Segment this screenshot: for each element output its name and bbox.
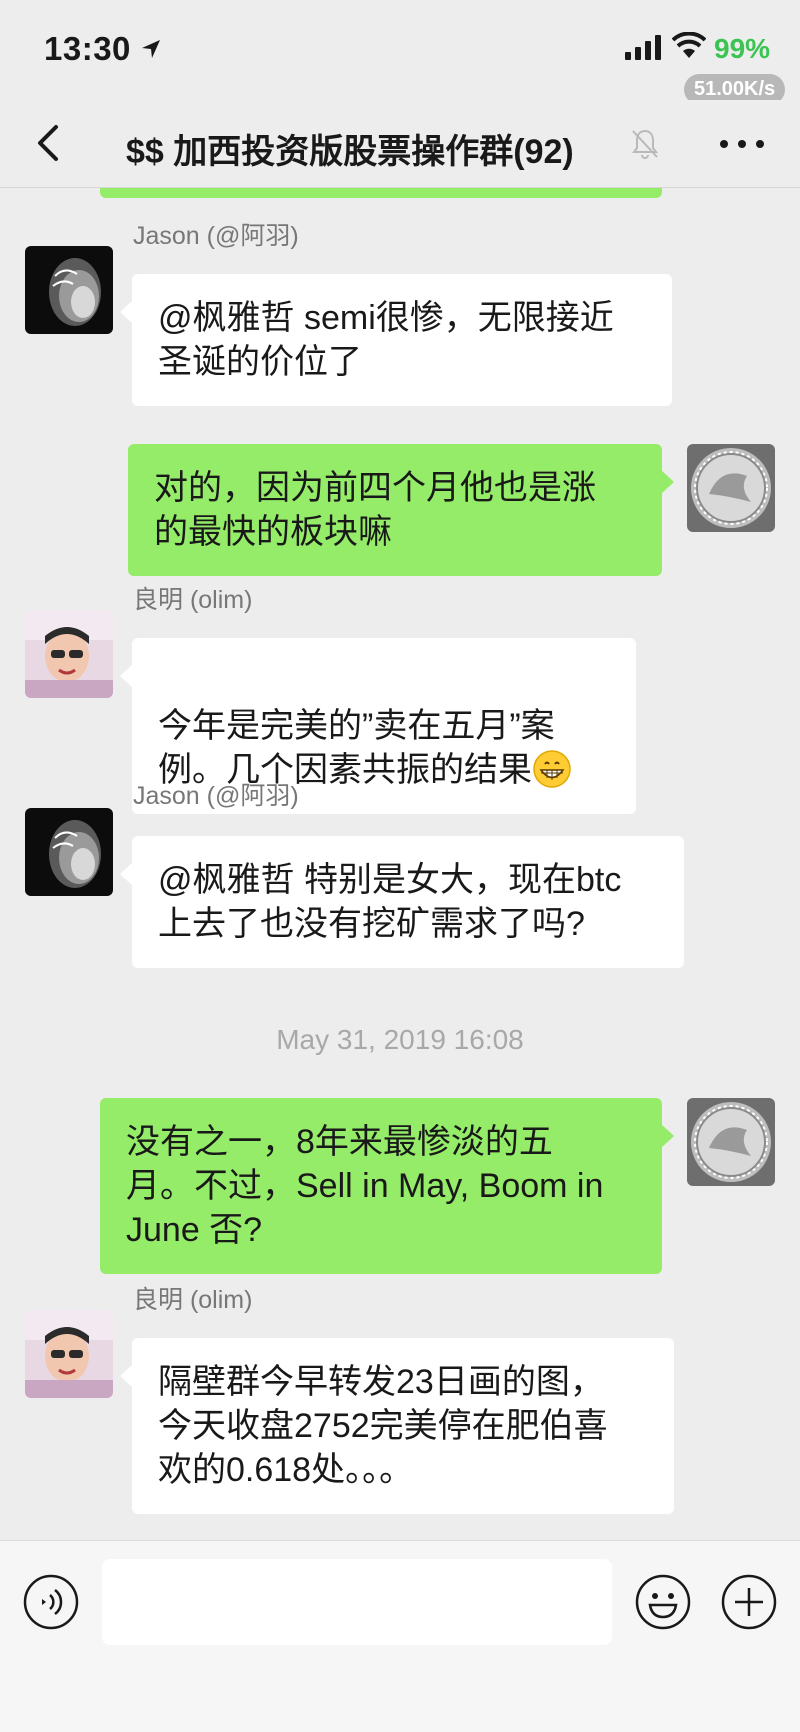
status-time: 13:30 — [44, 30, 131, 67]
more-icon-dot — [738, 140, 746, 148]
avatar-self[interactable] — [687, 1098, 775, 1186]
message-bubble-incoming[interactable]: @枫雅哲 特别是女大，现在btc 上去了也没有挖矿需求了吗? — [120, 836, 684, 968]
avatar-self[interactable] — [687, 444, 775, 532]
chat-screen: 13:30 99% 51.00K/s $$ 加西投资版股票操作群(92) Jas… — [0, 0, 800, 1732]
voice-icon[interactable] — [22, 1573, 80, 1631]
message-timestamp: May 31, 2019 16:08 — [276, 1024, 524, 1055]
sender-name: Jason (@阿羽) — [133, 782, 299, 810]
location-arrow-icon — [142, 40, 160, 58]
chat-title: $$ 加西投资版股票操作群(92) — [126, 133, 574, 171]
message-list[interactable]: Jason (@阿羽) @枫雅哲 semi很惨，无限接近 圣诞的价位了 对的，因… — [0, 188, 800, 1540]
avatar-liangming[interactable] — [25, 610, 113, 698]
grinning-face-icon — [533, 750, 571, 788]
avatar-jason[interactable] — [25, 808, 113, 896]
sender-name: 良明 (olim) — [133, 1286, 253, 1314]
nav-bar: $$ 加西投资版股票操作群(92) — [0, 100, 800, 188]
avatar-liangming[interactable] — [25, 1310, 113, 1398]
avatar-image — [25, 808, 113, 896]
message-bubble-outgoing[interactable] — [100, 188, 662, 198]
status-bar: 13:30 99% 51.00K/s — [0, 0, 800, 105]
emoji-icon[interactable] — [634, 1573, 692, 1631]
wifi-icon — [672, 32, 706, 58]
more-icon-dot — [756, 140, 764, 148]
sender-name: Jason (@阿羽) — [133, 222, 299, 250]
more-icon — [720, 140, 728, 148]
avatar-image — [25, 1310, 113, 1398]
mute-bell-icon — [632, 129, 658, 159]
more-options-button[interactable] — [720, 130, 764, 158]
message-input[interactable] — [102, 1559, 612, 1645]
cellular-signal-icon — [625, 35, 661, 60]
sender-name: 良明 (olim) — [133, 586, 253, 614]
plus-icon[interactable] — [720, 1573, 778, 1631]
avatar-image — [25, 610, 113, 698]
chevron-left-icon — [38, 125, 58, 161]
message-bubble-outgoing[interactable]: 对的，因为前四个月他也是涨 的最快的板块嘛 — [128, 444, 674, 576]
back-button[interactable] — [26, 118, 70, 168]
input-bar — [0, 1540, 800, 1732]
message-bubble-incoming[interactable]: 隔壁群今早转发23日画的图， 今天收盘2752完美停在肥伯喜 欢的0.618处。… — [120, 1338, 674, 1514]
message-bubble-incoming[interactable]: @枫雅哲 semi很惨，无限接近 圣诞的价位了 — [120, 274, 672, 406]
battery-percent: 99% — [714, 33, 771, 64]
avatar-image — [687, 444, 775, 532]
avatar-jason[interactable] — [25, 246, 113, 334]
message-bubble-outgoing[interactable]: 没有之一，8年来最惨淡的五 月。不过，Sell in May, Boom in … — [100, 1098, 674, 1274]
avatar-image — [687, 1098, 775, 1186]
avatar-image — [25, 246, 113, 334]
